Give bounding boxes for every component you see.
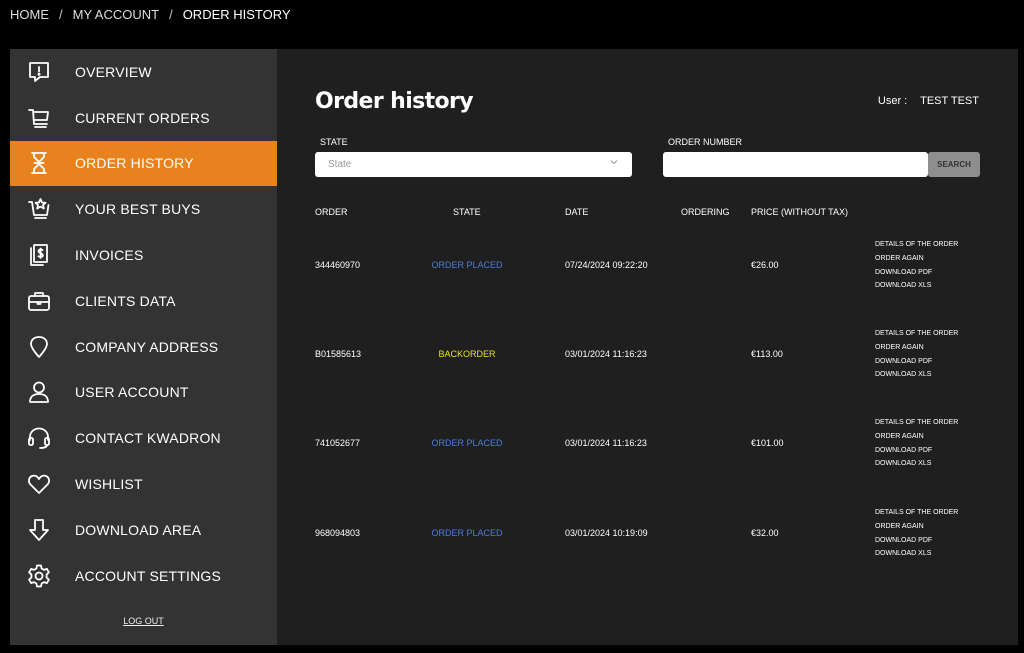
sidebar-item-label: YOUR BEST BUYS [75,201,201,218]
sidebar-item-download-area[interactable]: DOWNLOAD AREA [10,507,277,553]
breadcrumb-current: ORDER HISTORY [182,7,291,22]
sidebar-item-invoices[interactable]: INVOICES [10,232,277,278]
sidebar-item-company-address[interactable]: COMPANY ADDRESS [10,324,277,370]
breadcrumb-home[interactable]: HOME [10,7,49,22]
user-info: User : TEST TEST [878,95,979,107]
sidebar-item-label: CONTACT KWADRON [75,430,221,447]
briefcase-icon [26,288,52,314]
order-number-cell: B01585613 [315,349,362,359]
breadcrumb-my-account[interactable]: MY ACCOUNT [73,7,159,22]
order-actions: DETAILS OF THE ORDER ORDER AGAIN DOWNLOAD … [875,238,958,293]
order-again-link[interactable]: ORDER AGAIN [875,520,958,534]
cart-star-icon [26,196,52,222]
heart-icon [26,471,52,497]
order-again-link[interactable]: ORDER AGAIN [875,430,958,444]
order-again-link[interactable]: ORDER AGAIN [875,341,958,355]
order-date-cell: 03/01/2024 11:16:23 [565,438,647,448]
state-select-placeholder: State [328,159,352,170]
price-column-header: PRICE (WITHOUT TAX) [751,207,849,217]
sidebar-item-label: COMPANY ADDRESS [75,338,219,355]
order-number-cell: 741052677 [315,438,361,448]
sidebar-item-label: CURRENT ORDERS [75,109,210,126]
order-details-link[interactable]: DETAILS OF THE ORDER [875,238,958,252]
order-details-link[interactable]: DETAILS OF THE ORDER [875,506,958,520]
cart-icon [26,105,52,131]
user-label: User : [877,95,908,107]
sidebar-item-label: INVOICES [75,247,144,264]
download-arrow-icon [26,517,52,543]
state-filter-label: STATE [320,137,348,147]
order-details-link[interactable]: DETAILS OF THE ORDER [875,416,958,430]
order-date-cell: 03/01/2024 10:19:09 [565,528,648,538]
order-column-header: ORDER [315,207,348,217]
order-actions: DETAILS OF THE ORDER ORDER AGAIN DOWNLOAD … [875,416,958,471]
sidebar-item-label: OVERVIEW [75,63,152,80]
logout-link[interactable]: LOG OUT [10,616,277,626]
breadcrumb: HOME / MY ACCOUNT / ORDER HISTORY [10,7,291,22]
main-content: Order history User : TEST TEST STATE Sta… [277,49,1018,645]
download-pdf-link[interactable]: DOWNLOAD PDF [875,266,958,280]
invoice-icon [26,242,52,268]
order-number-cell: 344460970 [315,260,361,270]
order-price-cell: €26.00 [751,260,779,270]
order-state-badge: ORDER PLACED [431,528,503,538]
sidebar-item-label: WISHLIST [75,476,143,493]
download-xls-link[interactable]: DOWNLOAD XLS [875,457,958,471]
order-state-badge: ORDER PLACED [431,438,503,448]
page-title: Order history [315,89,474,114]
order-again-link[interactable]: ORDER AGAIN [875,252,958,266]
order-price-cell: €101.00 [751,438,784,448]
hourglass-icon [26,150,52,176]
order-state-badge: ORDER PLACED [431,260,503,270]
breadcrumb-separator: / [169,7,173,22]
order-number-cell: 968094803 [315,528,361,538]
order-number-input[interactable] [663,152,928,177]
order-state-badge: BACKORDER [438,349,496,359]
sidebar-item-label: ACCOUNT SETTINGS [75,567,222,584]
sidebar-item-user-account[interactable]: USER ACCOUNT [10,370,277,416]
order-price-cell: €113.00 [751,349,783,359]
sidebar-item-order-history[interactable]: ORDER HISTORY [10,140,277,187]
download-xls-link[interactable]: DOWNLOAD XLS [875,368,958,382]
sidebar-item-current-orders[interactable]: CURRENT ORDERS [10,95,277,141]
sidebar-item-label: DOWNLOAD AREA [75,521,202,538]
download-xls-link[interactable]: DOWNLOAD XLS [875,547,958,561]
sidebar-item-clients-data[interactable]: CLIENTS DATA [10,278,277,324]
sidebar-item-label: USER ACCOUNT [75,384,189,401]
sidebar-item-label: ORDER HISTORY [75,155,194,172]
order-number-label: ORDER NUMBER [668,137,743,147]
ordering-column-header: ORDERING [681,207,730,217]
order-details-link[interactable]: DETAILS OF THE ORDER [875,327,958,341]
download-pdf-link[interactable]: DOWNLOAD PDF [875,534,958,548]
order-date-cell: 03/01/2024 11:16:23 [565,349,647,359]
headset-icon [26,425,52,451]
date-column-header: DATE [565,207,589,217]
download-pdf-link[interactable]: DOWNLOAD PDF [875,355,958,369]
sidebar-item-contact-kwadron[interactable]: CONTACT KWADRON [10,415,277,461]
state-column-header: STATE [453,207,481,217]
sidebar-item-wishlist[interactable]: WISHLIST [10,461,277,507]
order-date-cell: 07/24/2024 09:22:20 [565,260,648,270]
chevron-down-icon [610,158,618,168]
sidebar: OVERVIEW CURRENT ORDERS ORDER HISTORY YOUR … [10,49,277,645]
alert-message-icon [26,59,52,85]
sidebar-item-label: CLIENTS DATA [75,292,176,309]
download-xls-link[interactable]: DOWNLOAD XLS [875,279,958,293]
sidebar-item-your-best-buys[interactable]: YOUR BEST BUYS [10,186,277,232]
order-price-cell: €32.00 [751,528,779,538]
gear-icon [26,563,52,589]
state-select[interactable]: State [315,152,632,177]
sidebar-item-overview[interactable]: OVERVIEW [10,49,277,95]
account-panel: OVERVIEW CURRENT ORDERS ORDER HISTORY YOUR … [10,49,1018,645]
order-actions: DETAILS OF THE ORDER ORDER AGAIN DOWNLOAD … [875,506,958,561]
user-name: TEST TEST [920,95,979,107]
sidebar-item-account-settings[interactable]: ACCOUNT SETTINGS [10,553,277,599]
download-pdf-link[interactable]: DOWNLOAD PDF [875,444,958,458]
user-icon [26,379,52,405]
map-pin-icon [26,334,52,360]
order-actions: DETAILS OF THE ORDER ORDER AGAIN DOWNLOAD … [875,327,958,382]
breadcrumb-separator: / [59,7,63,22]
search-button[interactable]: SEARCH [928,152,980,177]
